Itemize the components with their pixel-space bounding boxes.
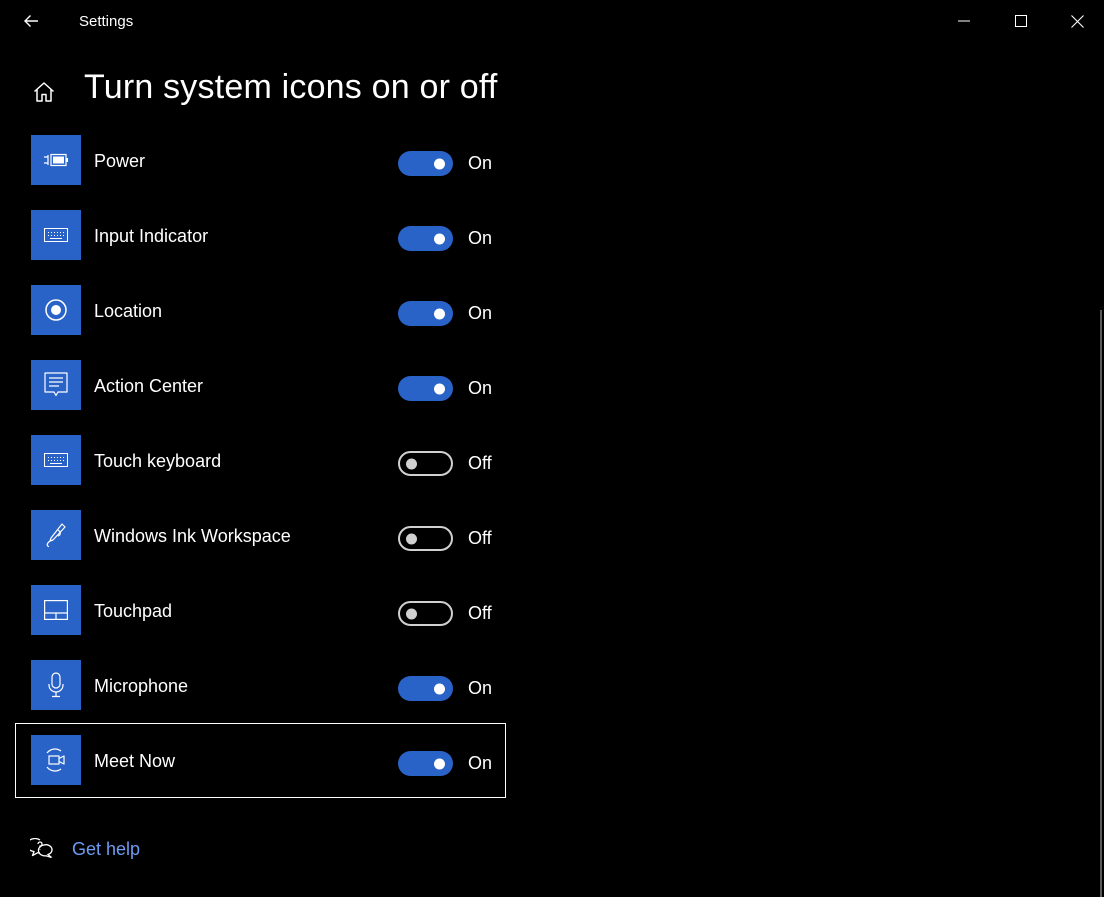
setting-tile — [31, 585, 81, 635]
setting-row-meet-now: Meet Now On — [15, 723, 506, 798]
toggle-knob — [434, 158, 445, 169]
setting-label: Windows Ink Workspace — [94, 526, 291, 546]
setting-row-input-indicator: Input Indicator On — [15, 198, 506, 273]
setting-tile — [31, 135, 81, 185]
microphone-toggle[interactable] — [398, 676, 453, 701]
setting-row-action-center: Action Center On — [15, 348, 506, 423]
windows-ink-workspace-toggle[interactable] — [398, 526, 453, 551]
toggle-knob — [406, 533, 417, 544]
toggle-state: On — [468, 753, 493, 773]
back-button[interactable] — [14, 4, 48, 38]
setting-tile — [31, 360, 81, 410]
battery-plug-icon — [44, 153, 68, 167]
setting-label: Power — [94, 151, 146, 171]
action-center-toggle[interactable] — [398, 376, 453, 401]
toggle-knob — [434, 308, 445, 319]
minimize-icon — [957, 20, 970, 22]
setting-row-power: Power On — [15, 123, 506, 198]
setting-row-windows-ink-workspace: Windows Ink Workspace Off — [15, 498, 506, 573]
input-indicator-toggle[interactable] — [398, 226, 453, 251]
setting-label: Input Indicator — [94, 226, 209, 246]
get-help-link[interactable]: Get help — [72, 839, 140, 860]
home-button[interactable] — [28, 76, 60, 108]
keyboard-icon — [44, 228, 68, 242]
close-icon — [1071, 14, 1084, 28]
get-help[interactable]: Get help — [30, 835, 140, 863]
home-icon — [33, 82, 55, 102]
setting-label: Microphone — [94, 676, 189, 696]
scrollbar[interactable] — [1100, 310, 1102, 897]
setting-tile — [31, 660, 81, 710]
action-center-icon — [44, 372, 68, 397]
toggle-state: On — [468, 303, 493, 323]
keyboard-icon — [44, 453, 68, 467]
title-bar: Settings — [0, 0, 1104, 42]
pen-icon — [46, 523, 66, 548]
minimize-button[interactable] — [935, 0, 992, 42]
toggle-state: Off — [468, 528, 492, 548]
system-icons-list: Power On Input Indicator On Location On — [15, 123, 506, 798]
touchpad-toggle[interactable] — [398, 601, 453, 626]
setting-tile — [31, 285, 81, 335]
maximize-button[interactable] — [992, 0, 1049, 42]
setting-tile — [31, 210, 81, 260]
toggle-knob — [406, 608, 417, 619]
setting-tile — [31, 435, 81, 485]
location-toggle[interactable] — [398, 301, 453, 326]
power-toggle[interactable] — [398, 151, 453, 176]
toggle-state: On — [468, 378, 493, 398]
toggle-state: On — [468, 153, 493, 173]
meet-now-icon — [46, 748, 65, 772]
toggle-state: Off — [468, 603, 492, 623]
toggle-state: On — [468, 228, 493, 248]
setting-label: Action Center — [94, 376, 204, 396]
setting-tile — [31, 735, 81, 785]
setting-row-touch-keyboard: Touch keyboard Off — [15, 423, 506, 498]
toggle-knob — [434, 233, 445, 244]
setting-label: Location — [94, 301, 163, 321]
app-title: Settings — [79, 13, 134, 30]
setting-label: Meet Now — [94, 751, 176, 771]
close-button[interactable] — [1049, 0, 1104, 42]
setting-tile — [31, 510, 81, 560]
page-title: Turn system icons on or off — [84, 68, 498, 106]
toggle-knob — [434, 758, 445, 769]
setting-row-location: Location On — [15, 273, 506, 348]
toggle-knob — [406, 458, 417, 469]
meet-now-toggle[interactable] — [398, 751, 453, 776]
setting-row-microphone: Microphone On — [15, 648, 506, 723]
location-icon — [45, 299, 67, 321]
toggle-knob — [434, 683, 445, 694]
toggle-state: Off — [468, 453, 492, 473]
help-chat-icon — [30, 838, 53, 859]
microphone-icon — [48, 672, 64, 698]
maximize-icon — [1014, 15, 1027, 27]
setting-label: Touch keyboard — [94, 451, 222, 471]
toggle-state: On — [468, 678, 493, 698]
back-arrow-icon — [24, 15, 38, 27]
setting-label: Touchpad — [94, 601, 173, 621]
touch-keyboard-toggle[interactable] — [398, 451, 453, 476]
toggle-knob — [434, 383, 445, 394]
touchpad-icon — [44, 600, 68, 620]
setting-row-touchpad: Touchpad Off — [15, 573, 506, 648]
